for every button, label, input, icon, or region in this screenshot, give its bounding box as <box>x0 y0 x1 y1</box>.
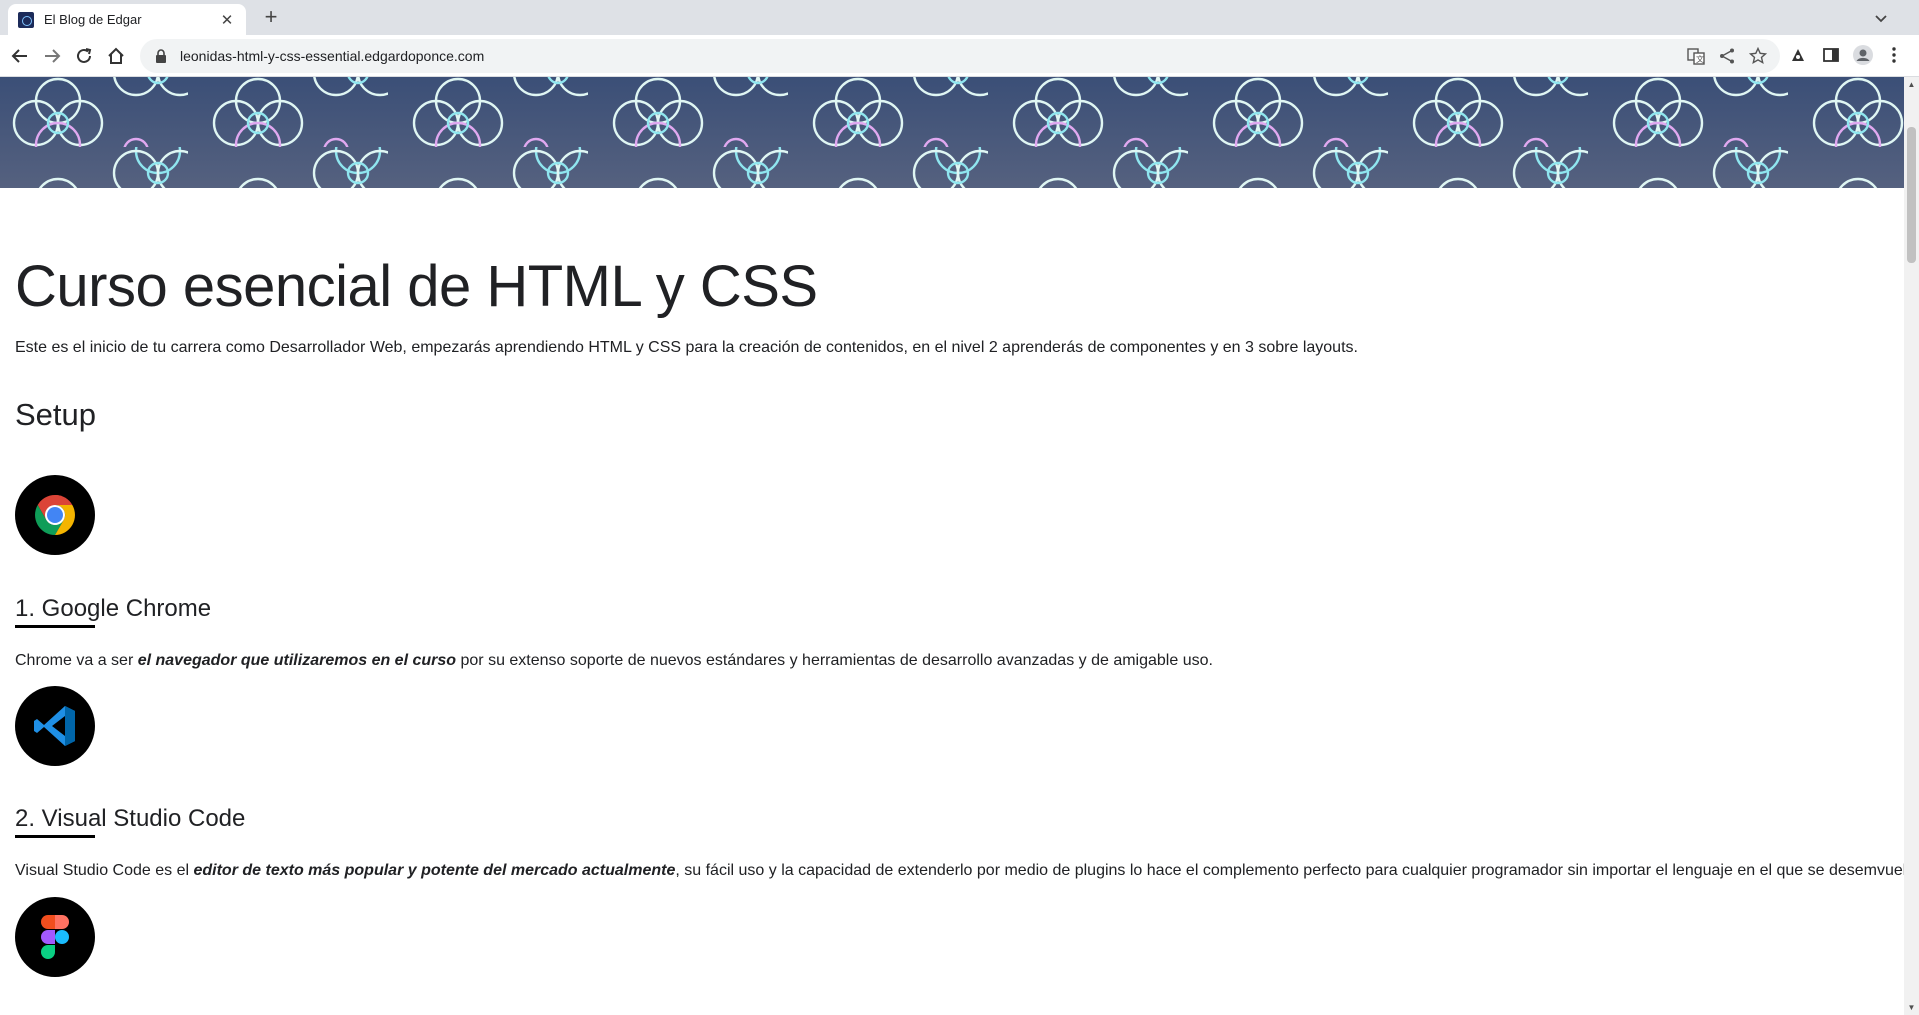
translate-icon[interactable]: 文 <box>1687 47 1705 65</box>
heading-underline <box>15 625 95 628</box>
figma-icon <box>15 897 95 977</box>
share-icon[interactable] <box>1718 47 1736 65</box>
tool-desc-chrome: Chrome va a ser el navegador que utiliza… <box>15 652 1213 669</box>
browser-toolbar: leonidas-html-y-css-essential.edgardopon… <box>0 35 1919 77</box>
tab-search-chevron-icon[interactable] <box>1871 8 1891 28</box>
back-button[interactable] <box>6 42 34 70</box>
profile-avatar-icon[interactable] <box>1853 45 1873 65</box>
vscode-icon <box>15 686 95 766</box>
close-tab-icon[interactable]: ✕ <box>218 11 236 29</box>
emphasis-text: el navegador que utilizaremos en el curs… <box>137 652 457 669</box>
scrollbar-thumb[interactable] <box>1907 127 1916 263</box>
scroll-down-arrow-icon[interactable]: ▼ <box>1904 1000 1919 1015</box>
browser-tab[interactable]: El Blog de Edgar ✕ <box>8 4 246 35</box>
reload-button[interactable] <box>70 42 98 70</box>
page-title: Curso esencial de HTML y CSS <box>15 254 818 319</box>
tab-strip: El Blog de Edgar ✕ + <box>0 0 1919 35</box>
arrow-left-icon <box>11 49 27 63</box>
chrome-icon <box>15 475 95 555</box>
url-text: leonidas-html-y-css-essential.edgardopon… <box>180 48 485 64</box>
tool-desc-vscode: Visual Studio Code es el editor de texto… <box>15 862 1904 879</box>
menu-kebab-icon[interactable] <box>1884 45 1904 65</box>
tab-title: El Blog de Edgar <box>44 12 142 27</box>
address-bar[interactable]: leonidas-html-y-css-essential.edgardopon… <box>140 39 1780 73</box>
header-banner <box>0 77 1904 188</box>
home-button[interactable] <box>102 42 130 70</box>
svg-text:文: 文 <box>1696 54 1704 64</box>
heading-underline <box>15 835 95 838</box>
new-tab-button[interactable]: + <box>258 5 284 31</box>
scroll-up-arrow-icon[interactable]: ▲ <box>1904 77 1919 92</box>
emphasis-text: editor de texto más popular y potente de… <box>193 862 676 879</box>
side-panel-icon[interactable] <box>1821 45 1841 65</box>
home-icon <box>108 47 124 64</box>
lock-icon <box>156 49 166 63</box>
tool-heading-chrome: 1. Google Chrome <box>15 595 212 622</box>
page-viewport: Curso esencial de HTML y CSS Este es el … <box>0 77 1904 1015</box>
site-favicon-icon <box>18 11 34 28</box>
setup-heading: Setup <box>15 397 97 432</box>
intro-paragraph: Este es el inicio de tu carrera como Des… <box>15 339 1358 356</box>
bookmark-star-icon[interactable] <box>1748 46 1768 65</box>
vertical-scrollbar[interactable]: ▲ ▼ <box>1904 77 1919 1015</box>
arrow-right-icon <box>45 49 61 63</box>
forward-button[interactable] <box>38 42 66 70</box>
extensions-icon[interactable] <box>1788 45 1808 65</box>
reload-icon <box>77 48 92 63</box>
tool-heading-vscode: 2. Visual Studio Code <box>15 805 246 832</box>
